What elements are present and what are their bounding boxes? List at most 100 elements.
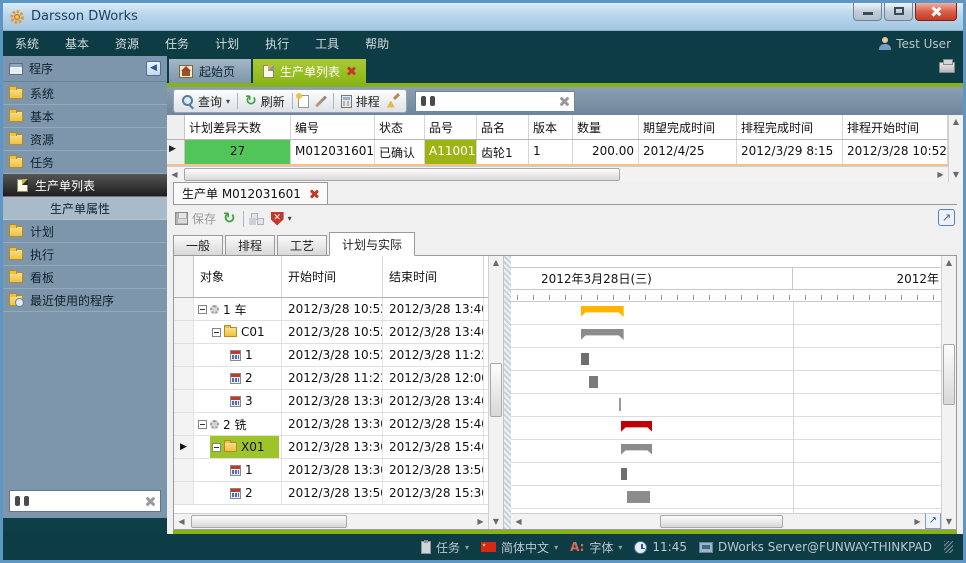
collapse-toggle-icon[interactable] (212, 443, 221, 452)
col-start-time[interactable]: 开始时间 (282, 256, 383, 297)
scroll-thumb[interactable] (191, 515, 347, 528)
open-external-icon[interactable]: ↗ (938, 209, 955, 226)
col-version[interactable]: 版本 (529, 115, 573, 139)
refresh-icon[interactable]: ↻ (223, 212, 236, 225)
tree-row-selected[interactable]: X01 2012/3/28 13:30 2012/3/28 15:40 (174, 436, 488, 459)
col-object[interactable]: 对象 (194, 256, 282, 297)
sidebar-item-kanban[interactable]: 看板 (3, 266, 167, 289)
col-sched-start[interactable]: 排程开始时间 (843, 115, 948, 139)
resize-grip[interactable] (944, 541, 953, 553)
schedule-button[interactable]: 排程 (339, 93, 382, 110)
scroll-up-arrow[interactable] (942, 256, 957, 270)
minimize-button[interactable] (853, 3, 882, 21)
scroll-down-arrow[interactable] (949, 168, 964, 182)
scroll-left-arrow[interactable] (174, 515, 189, 529)
query-button[interactable]: 查询 ▾ (180, 93, 232, 110)
detail-doc-tab[interactable]: 生产单 M012031601 (173, 182, 328, 204)
relations-icon[interactable] (251, 213, 264, 225)
collapse-toggle-icon[interactable] (198, 305, 207, 314)
scroll-thumb[interactable] (490, 363, 502, 417)
tree-row[interactable]: 2 铣 2012/3/28 13:30 2012/3/28 15:40 (174, 413, 488, 436)
cell-plan-diff-days[interactable]: 27 (185, 140, 291, 164)
sidebar-item-recent-programs[interactable]: 最近使用的程序 (3, 289, 167, 312)
scroll-thumb[interactable] (943, 344, 955, 405)
tree-row[interactable]: 1 车 2012/3/28 10:52 2012/3/28 13:40 (174, 298, 488, 321)
menu-item-system[interactable]: 系统 (15, 35, 39, 52)
col-status[interactable]: 状态 (375, 115, 425, 139)
sidebar-item-resource[interactable]: 资源 (3, 128, 167, 151)
gantt-bar[interactable] (621, 421, 653, 432)
menu-item-basic[interactable]: 基本 (65, 35, 89, 52)
scroll-left-arrow[interactable] (167, 168, 182, 182)
col-qty[interactable]: 数量 (573, 115, 639, 139)
menu-item-task[interactable]: 任务 (165, 35, 189, 52)
col-code[interactable]: 编号 (291, 115, 375, 139)
new-record-icon[interactable] (298, 95, 309, 108)
status-task-menu[interactable]: 任务 ▾ (421, 539, 469, 556)
scroll-right-arrow[interactable] (910, 515, 925, 529)
sidebar-item-production-order-props[interactable]: 生产单属性 (3, 197, 167, 220)
sidebar-item-basic[interactable]: 基本 (3, 105, 167, 128)
sidebar-item-execute[interactable]: 执行 (3, 243, 167, 266)
tab-plan-vs-actual[interactable]: 计划与实际 (329, 232, 415, 256)
menu-item-execute[interactable]: 执行 (265, 35, 289, 52)
col-expect-finish[interactable]: 期望完成时间 (639, 115, 737, 139)
gantt-bar[interactable] (589, 376, 598, 388)
close-doc-icon[interactable] (309, 189, 319, 199)
edit-icon[interactable] (315, 95, 327, 107)
tree-row[interactable]: 1 2012/3/28 10:52 2012/3/28 11:22 (174, 344, 488, 367)
scroll-right-arrow[interactable] (473, 515, 488, 529)
tree-row[interactable]: 1 2012/3/28 13:30 2012/3/28 13:50 (174, 459, 488, 482)
collapse-toggle-icon[interactable] (212, 328, 221, 337)
sidebar-item-task[interactable]: 任务 (3, 151, 167, 174)
cell-version[interactable]: 1 (529, 140, 573, 164)
refresh-button[interactable]: ↻ 刷新 (243, 93, 287, 110)
gantt-bar[interactable] (581, 306, 624, 317)
printer-icon[interactable] (939, 62, 955, 73)
current-user[interactable]: Test User (879, 37, 951, 51)
grid-data-row[interactable]: 27 M012031601 已确认 A11001 齿轮1 1 200.00 20… (167, 140, 948, 166)
status-language-menu[interactable]: 简体中文 ▾ (481, 539, 558, 556)
gantt-bar[interactable] (619, 398, 622, 411)
clear-search-icon[interactable] (144, 496, 155, 507)
tree-row[interactable]: 2 2012/3/28 11:22 2012/3/28 12:00 (174, 367, 488, 390)
menu-item-resource[interactable]: 资源 (115, 35, 139, 52)
tree-row[interactable]: 2 2012/3/28 13:50 2012/3/28 15:30 (174, 482, 488, 505)
col-sched-finish[interactable]: 排程完成时间 (737, 115, 843, 139)
scroll-thumb[interactable] (660, 515, 783, 528)
cell-sched-finish[interactable]: 2012/3/29 8:15 (737, 140, 843, 164)
split-handle[interactable] (504, 256, 511, 529)
tab-general[interactable]: 一般 (173, 235, 223, 256)
scroll-up-arrow[interactable] (949, 115, 964, 129)
close-button[interactable] (915, 3, 957, 21)
sidebar-search-input[interactable] (29, 494, 144, 508)
tab-home[interactable]: 起始页 (169, 59, 251, 83)
gantt-bar[interactable] (621, 468, 627, 480)
scroll-right-arrow[interactable] (933, 168, 948, 182)
cancel-confirm-button[interactable]: ▾ (271, 212, 292, 226)
cell-item-name[interactable]: 齿轮1 (477, 140, 529, 164)
gantt-bar[interactable] (581, 353, 589, 365)
sidebar-item-production-order-list[interactable]: 生产单列表 (3, 174, 167, 197)
scroll-up-arrow[interactable] (489, 256, 504, 270)
cell-qty[interactable]: 200.00 (573, 140, 639, 164)
gantt-bar[interactable] (621, 444, 653, 455)
scroll-down-arrow[interactable] (489, 515, 504, 529)
scroll-thumb[interactable] (184, 168, 620, 181)
gantt-bar[interactable] (581, 329, 624, 340)
scroll-left-arrow[interactable] (511, 515, 526, 529)
scroll-down-arrow[interactable] (942, 515, 957, 529)
col-item-name[interactable]: 品名 (477, 115, 529, 139)
cell-item-no[interactable]: A11001 (425, 140, 477, 164)
clear-search-icon[interactable] (558, 96, 569, 107)
gantt-expand-icon[interactable]: ↗ (925, 513, 941, 529)
cell-expect-finish[interactable]: 2012/4/25 (639, 140, 737, 164)
grid-search-input[interactable] (439, 94, 554, 108)
maximize-button[interactable] (884, 3, 913, 21)
status-font-menu[interactable]: A: 字体 ▾ (570, 539, 622, 556)
collapse-toggle-icon[interactable] (198, 420, 207, 429)
close-tab-icon[interactable] (346, 66, 356, 76)
col-plan-diff-days[interactable]: 计划差异天数 (185, 115, 291, 139)
tab-schedule[interactable]: 排程 (225, 235, 275, 256)
cell-code[interactable]: M012031601 (291, 140, 375, 164)
